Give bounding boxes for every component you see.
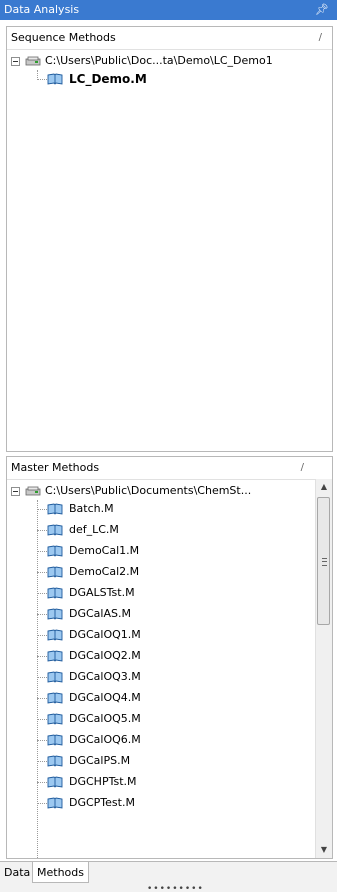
method-book-icon: [47, 566, 63, 578]
method-label: DemoCal2.M: [69, 565, 140, 578]
tree-connector: [37, 79, 47, 80]
method-label: DGCalOQ3.M: [69, 670, 141, 683]
root-path-label: C:\Users\Public\Doc...ta\Demo\LC_Demo1: [45, 54, 273, 67]
tree-connector: [37, 698, 47, 699]
collapse-icon[interactable]: [11, 57, 20, 66]
sequence-methods-header: Sequence Methods /: [7, 27, 332, 50]
method-label: DGCalAS.M: [69, 607, 131, 620]
method-book-icon: [47, 650, 63, 662]
tree-connector: [37, 635, 47, 636]
tree-root-node[interactable]: C:\Users\Public\Doc...ta\Demo\LC_Demo1: [11, 52, 331, 70]
method-label: DGCalOQ5.M: [69, 712, 141, 725]
method-book-icon: [47, 713, 63, 725]
panel-menu-icon[interactable]: /: [319, 27, 322, 49]
method-label: DGCPTest.M: [69, 796, 135, 809]
master-methods-header: Master Methods /: [7, 457, 332, 480]
method-label: DGCalPS.M: [69, 754, 131, 767]
method-book-icon: [47, 629, 63, 641]
drive-icon: [25, 486, 41, 496]
tree-connector: [37, 500, 38, 859]
method-label: DGCalOQ1.M: [69, 628, 141, 641]
method-book-icon: [47, 671, 63, 683]
tree-connector: [37, 761, 47, 762]
tree-connector: [37, 740, 47, 741]
method-label: Batch.M: [69, 502, 114, 515]
pin-icon[interactable]: 📌︎: [315, 0, 329, 20]
tree-connector: [37, 530, 47, 531]
method-label: DGCHPTst.M: [69, 775, 137, 788]
master-methods-tree: C:\Users\Public\Documents\ChemSt... Batc…: [7, 480, 315, 859]
method-label: def_LC.M: [69, 523, 119, 536]
tree-connector: [37, 551, 47, 552]
panel-menu-icon[interactable]: /: [301, 457, 304, 479]
resize-grip-icon[interactable]: •••••••••: [147, 885, 204, 894]
master-methods-title: Master Methods: [11, 461, 100, 474]
method-label: LC_Demo.M: [69, 72, 147, 86]
sequence-methods-title: Sequence Methods: [11, 31, 116, 44]
scroll-up-icon[interactable]: ▲: [316, 479, 332, 495]
tree-connector: [37, 803, 47, 804]
tree-connector: [37, 593, 47, 594]
window-title-bar: Data Analysis 📌︎: [0, 0, 337, 20]
tree-connector: [37, 782, 47, 783]
tree-connector: [37, 572, 47, 573]
tree-connector: [37, 656, 47, 657]
scroll-down-icon[interactable]: ▼: [316, 842, 332, 858]
method-label: DGCalOQ2.M: [69, 649, 141, 662]
scrollbar-thumb[interactable]: [317, 497, 330, 625]
collapse-icon[interactable]: [11, 487, 20, 496]
tree-connector: [37, 677, 47, 678]
tree-root-node[interactable]: C:\Users\Public\Documents\ChemSt...: [11, 482, 315, 500]
sequence-methods-panel: Sequence Methods / C:\Users\Public\Doc..…: [6, 26, 333, 452]
method-book-icon: [47, 797, 63, 809]
method-book-icon: [47, 776, 63, 788]
drive-icon: [25, 56, 41, 66]
method-label: DemoCal1.M: [69, 544, 140, 557]
method-book-icon: [47, 608, 63, 620]
method-book-icon: [47, 692, 63, 704]
method-book-icon: [47, 734, 63, 746]
vertical-scrollbar[interactable]: ▲ ▼: [315, 479, 332, 858]
tab-data[interactable]: Data: [0, 862, 34, 883]
method-book-icon: [47, 755, 63, 767]
window-title: Data Analysis: [4, 3, 80, 16]
root-path-label: C:\Users\Public\Documents\ChemSt...: [45, 484, 252, 497]
tree-connector: [37, 614, 47, 615]
bottom-tab-strip: Data Methods •••••••••: [0, 861, 337, 894]
method-book-icon: [47, 503, 63, 515]
method-book-icon: [47, 73, 63, 85]
method-book-icon: [47, 524, 63, 536]
grip-icon: [322, 558, 327, 566]
master-methods-panel: Master Methods / C:\Users\Public\Documen…: [6, 456, 333, 859]
tree-connector: [37, 509, 47, 510]
method-book-icon: [47, 545, 63, 557]
method-label: DGALSTst.M: [69, 586, 135, 599]
method-label: DGCalOQ4.M: [69, 691, 141, 704]
method-book-icon: [47, 587, 63, 599]
tab-methods[interactable]: Methods: [32, 862, 89, 883]
tree-connector: [37, 719, 47, 720]
method-label: DGCalOQ6.M: [69, 733, 141, 746]
